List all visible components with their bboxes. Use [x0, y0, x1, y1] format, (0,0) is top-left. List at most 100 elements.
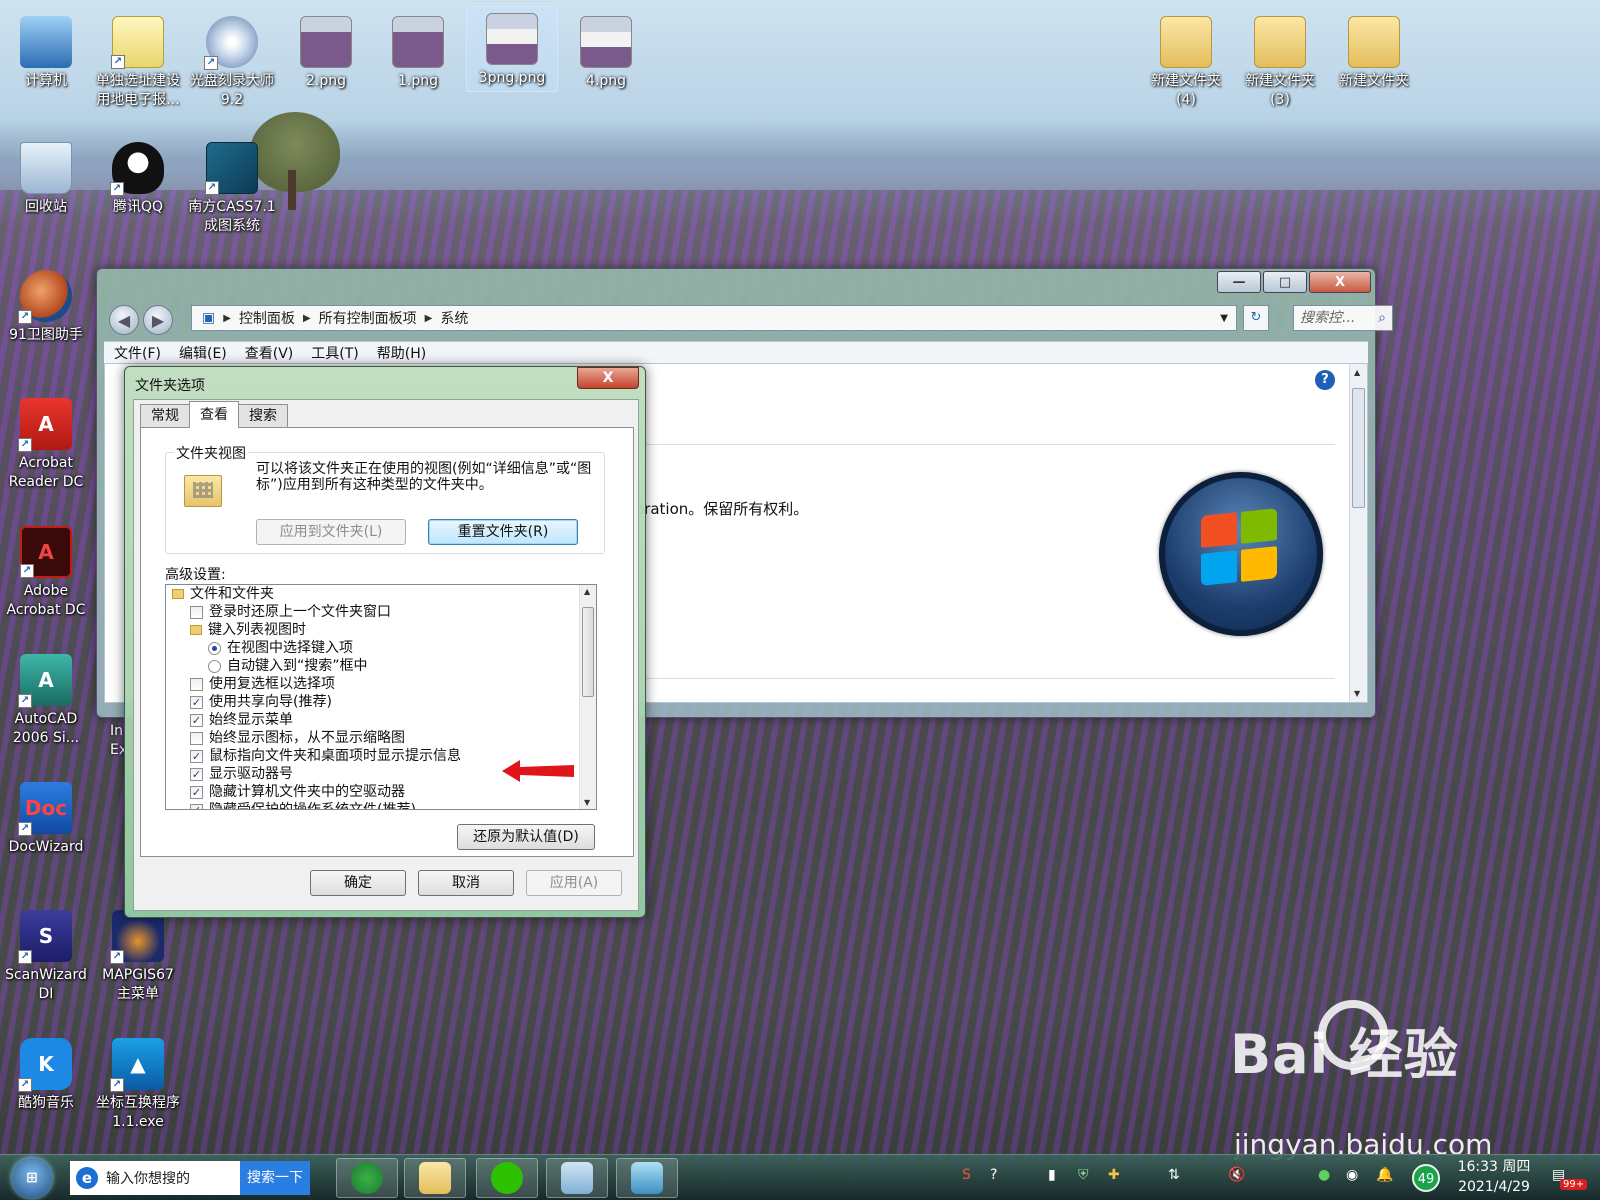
desktop-icon-autocad[interactable]: A ↗ AutoCAD 2006 Si... — [0, 648, 92, 748]
tab-general[interactable]: 常规 — [140, 404, 190, 428]
taskbar-app-system[interactable] — [616, 1158, 678, 1198]
advanced-setting-label: 隐藏计算机文件夹中的空驱动器 — [209, 784, 405, 800]
list-scrollbar[interactable]: ▲ ▼ — [579, 585, 596, 809]
restore-defaults-button[interactable]: 还原为默认值(D) — [457, 824, 595, 850]
forward-button[interactable]: ▶ — [143, 305, 173, 335]
shield-icon[interactable]: ⛨ — [1078, 1167, 1089, 1183]
breadcrumb-control-panel[interactable]: 控制面板 — [239, 308, 295, 328]
desktop-icon-folder[interactable]: 新建文件夹 — [1328, 10, 1420, 91]
checkbox[interactable]: ✓ — [190, 803, 203, 809]
menu-view[interactable]: 查看(V) — [245, 343, 294, 363]
desktop-icon-kugou[interactable]: K ↗ 酷狗音乐 — [0, 1032, 92, 1113]
desktop-icon-2png[interactable]: 2.png — [280, 10, 372, 91]
minimize-button[interactable]: — — [1217, 271, 1261, 293]
battery-badge[interactable]: 49 — [1412, 1164, 1440, 1192]
desktop-icon-computer[interactable]: 计算机 — [0, 10, 92, 91]
checkbox[interactable] — [190, 677, 203, 691]
checkbox[interactable] — [190, 731, 203, 745]
chevron-down-icon[interactable]: ▼ — [1220, 313, 1228, 324]
bell-icon[interactable]: 🔔 — [1376, 1167, 1393, 1183]
volume-mute-icon[interactable]: 🔇 — [1228, 1167, 1245, 1183]
desktop-icon-acrobat-reader[interactable]: A ↗ Acrobat Reader DC — [0, 392, 92, 492]
taskbar-search-input[interactable]: e 输入你想搜的 — [70, 1161, 240, 1195]
taskbar-app-explorer[interactable] — [404, 1158, 466, 1198]
apply-button[interactable]: 应用(A) — [526, 870, 622, 896]
advanced-setting-row[interactable]: 使用复选框以选择项 — [166, 675, 596, 693]
help-icon[interactable]: ? — [1315, 370, 1335, 390]
advanced-setting-row[interactable]: 自动键入到“搜索”框中 — [166, 657, 596, 675]
advanced-setting-row[interactable]: ✓ 使用共享向导(推荐) — [166, 693, 596, 711]
checkbox[interactable]: ✓ — [190, 767, 203, 781]
scroll-down-icon[interactable]: ▼ — [584, 798, 590, 807]
cancel-button[interactable]: 取消 — [418, 870, 514, 896]
help-tray-icon[interactable]: ? — [990, 1167, 997, 1183]
checkbox[interactable] — [190, 605, 203, 619]
dialog-body: 常规 查看 搜索 文件夹视图 可以将该文件夹正在使用的视图(例如“详细信息”或“… — [133, 399, 639, 911]
back-button[interactable]: ◀ — [109, 305, 139, 335]
advanced-setting-row[interactable]: 始终显示图标，从不显示缩略图 — [166, 729, 596, 747]
taskbar-app-browser[interactable] — [336, 1158, 398, 1198]
scroll-down-icon[interactable]: ▼ — [1354, 689, 1360, 698]
menu-tools[interactable]: 工具(T) — [311, 343, 358, 363]
sogou-icon[interactable]: S — [962, 1167, 971, 1183]
scroll-up-icon[interactable]: ▲ — [584, 587, 590, 596]
ok-button[interactable]: 确定 — [310, 870, 406, 896]
scroll-thumb[interactable] — [582, 607, 594, 697]
advanced-setting-row[interactable]: 在视图中选择键入项 — [166, 639, 596, 657]
radio-button[interactable] — [208, 641, 221, 655]
desktop-icon-scanwizard[interactable]: S ↗ ScanWizard DI — [0, 904, 92, 1004]
desktop-icon-4png[interactable]: 4.png — [560, 10, 652, 91]
advanced-setting-row[interactable]: ✓ 隐藏受保护的操作系统文件(推荐) — [166, 801, 596, 809]
desktop-icon-91-map[interactable]: ↗ 91卫图助手 — [0, 264, 92, 345]
tab-view[interactable]: 查看 — [189, 401, 239, 428]
advanced-setting-row[interactable]: ✓ 隐藏计算机文件夹中的空驱动器 — [166, 783, 596, 801]
network-icon[interactable]: ⇅ — [1168, 1167, 1180, 1183]
desktop-icon-mapgis[interactable]: ↗ MAPGIS67 主菜单 — [92, 904, 184, 1004]
desktop-icon-cass[interactable]: ↗ 南方CASS7.1 成图系统 — [186, 136, 278, 236]
desktop-icon-folder-3[interactable]: 新建文件夹 (3) — [1234, 10, 1326, 110]
desktop-icon-1png[interactable]: 1.png — [372, 10, 464, 91]
refresh-button[interactable]: ↻ — [1243, 305, 1269, 331]
address-bar[interactable]: ▣ ▶ 控制面板 ▶ 所有控制面板项 ▶ 系统 ▼ — [191, 305, 1237, 331]
breadcrumb-system[interactable]: 系统 — [440, 308, 468, 328]
advanced-setting-row[interactable]: ✓ 始终显示菜单 — [166, 711, 596, 729]
desktop-icon-qq[interactable]: ↗ 腾讯QQ — [92, 136, 184, 217]
checkbox[interactable]: ✓ — [190, 713, 203, 727]
wechat-tray-icon[interactable]: ● — [1318, 1167, 1330, 1183]
breadcrumb-all-items[interactable]: 所有控制面板项 — [319, 308, 417, 328]
close-button[interactable]: X — [1309, 271, 1371, 293]
menu-help[interactable]: 帮助(H) — [377, 343, 426, 363]
checkbox[interactable]: ✓ — [190, 749, 203, 763]
vertical-scrollbar[interactable]: ▲ ▼ — [1349, 364, 1367, 702]
apply-to-folders-button[interactable]: 应用到文件夹(L) — [256, 519, 406, 545]
desktop-icon-coord-converter[interactable]: ▲ ↗ 坐标互换程序 1.1.exe — [92, 1032, 184, 1132]
radio-button[interactable] — [208, 659, 221, 673]
desktop-icon-folder-4[interactable]: 新建文件夹 (4) — [1140, 10, 1232, 110]
desktop-icon-disc-burner[interactable]: ↗ 光盘刻录大师 9.2 — [186, 10, 278, 110]
taskbar-app-notepad[interactable] — [546, 1158, 608, 1198]
checkbox[interactable]: ✓ — [190, 785, 203, 799]
taskbar-app-wechat[interactable] — [476, 1158, 538, 1198]
desktop-icon-3png[interactable]: 3png.png — [466, 6, 558, 92]
scroll-up-icon[interactable]: ▲ — [1354, 368, 1360, 377]
wechat-alt-tray-icon[interactable]: ◉ — [1346, 1167, 1358, 1183]
maximize-button[interactable]: □ — [1263, 271, 1307, 293]
desktop-icon-docwizard[interactable]: Doc ↗ DocWizard — [0, 776, 92, 857]
menu-edit[interactable]: 编辑(E) — [179, 343, 227, 363]
scroll-thumb[interactable] — [1352, 388, 1365, 508]
desktop-icon-acrobat-dc[interactable]: A ↗ Adobe Acrobat DC — [0, 520, 92, 620]
plus-tray-icon[interactable]: ✚ — [1108, 1167, 1120, 1183]
start-button[interactable]: ⊞ — [12, 1158, 52, 1198]
taskbar-search-button[interactable]: 搜索一下 — [240, 1161, 310, 1195]
desktop-icon-report[interactable]: ↗ 单独选址建设 用地电子报... — [92, 10, 184, 110]
reset-folders-button[interactable]: 重置文件夹(R) — [428, 519, 578, 545]
clock[interactable]: 16:33 周四 2021/4/29 — [1444, 1157, 1544, 1197]
menu-file[interactable]: 文件(F) — [114, 343, 161, 363]
search-input[interactable]: 搜索控... ⌕ — [1293, 305, 1393, 331]
usb-icon[interactable]: ▮ — [1048, 1167, 1056, 1183]
checkbox[interactable]: ✓ — [190, 695, 203, 709]
desktop-icon-recycle-bin[interactable]: 回收站 — [0, 136, 92, 217]
tab-search[interactable]: 搜索 — [238, 404, 288, 428]
dialog-close-button[interactable]: X — [577, 367, 639, 389]
advanced-setting-row[interactable]: 登录时还原上一个文件夹窗口 — [166, 603, 596, 621]
